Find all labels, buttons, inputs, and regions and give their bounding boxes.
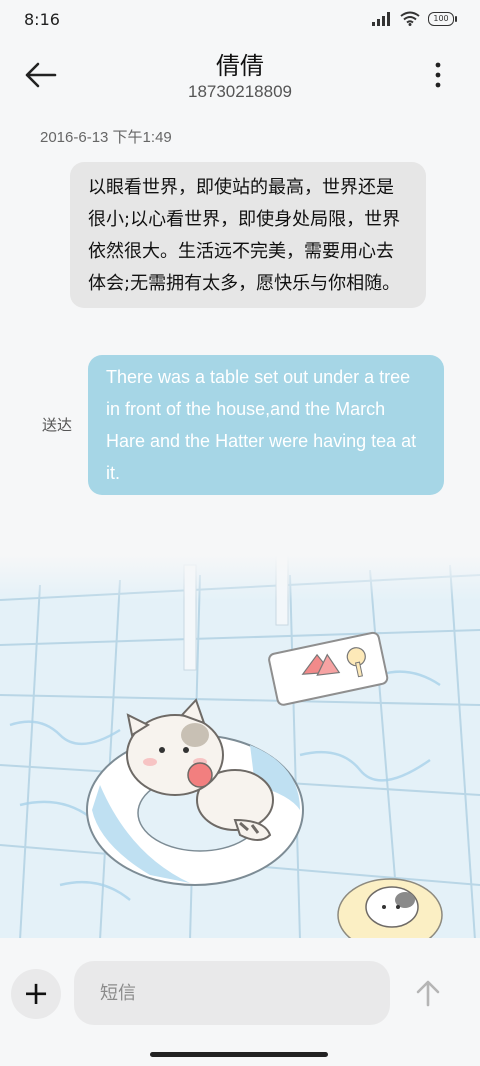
conversation-header: 倩倩 18730218809 [0,40,480,112]
wifi-icon [400,11,420,26]
sent-message-bubble[interactable]: There was a table set out under a tree i… [88,355,444,495]
status-icons: 100 [372,11,457,26]
status-bar: 8:16 100 [0,0,480,40]
message-timestamp: 2016-6-13 下午1:49 [40,129,172,146]
received-message-bubble[interactable]: 以眼看世界，即使站的最高，世界还是很小;以心看世界，即使身处局限，世界依然很大。… [70,162,426,308]
chat-wallpaper-illustration [0,555,480,940]
sms-input[interactable] [74,961,390,1025]
battery-icon: 100 [428,11,457,26]
status-time: 8:16 [24,10,60,29]
delivery-status: 送达 [42,416,73,434]
home-indicator[interactable] [150,1052,328,1057]
contact-phone: 18730218809 [187,82,292,101]
more-vertical-icon[interactable] [432,60,444,90]
contact-name: 倩倩 [216,52,264,80]
plus-icon: + [22,974,50,1012]
send-arrow-up-icon[interactable] [412,977,444,1009]
add-attachment-button[interactable]: + [11,969,61,1019]
signal-icon [372,11,390,26]
